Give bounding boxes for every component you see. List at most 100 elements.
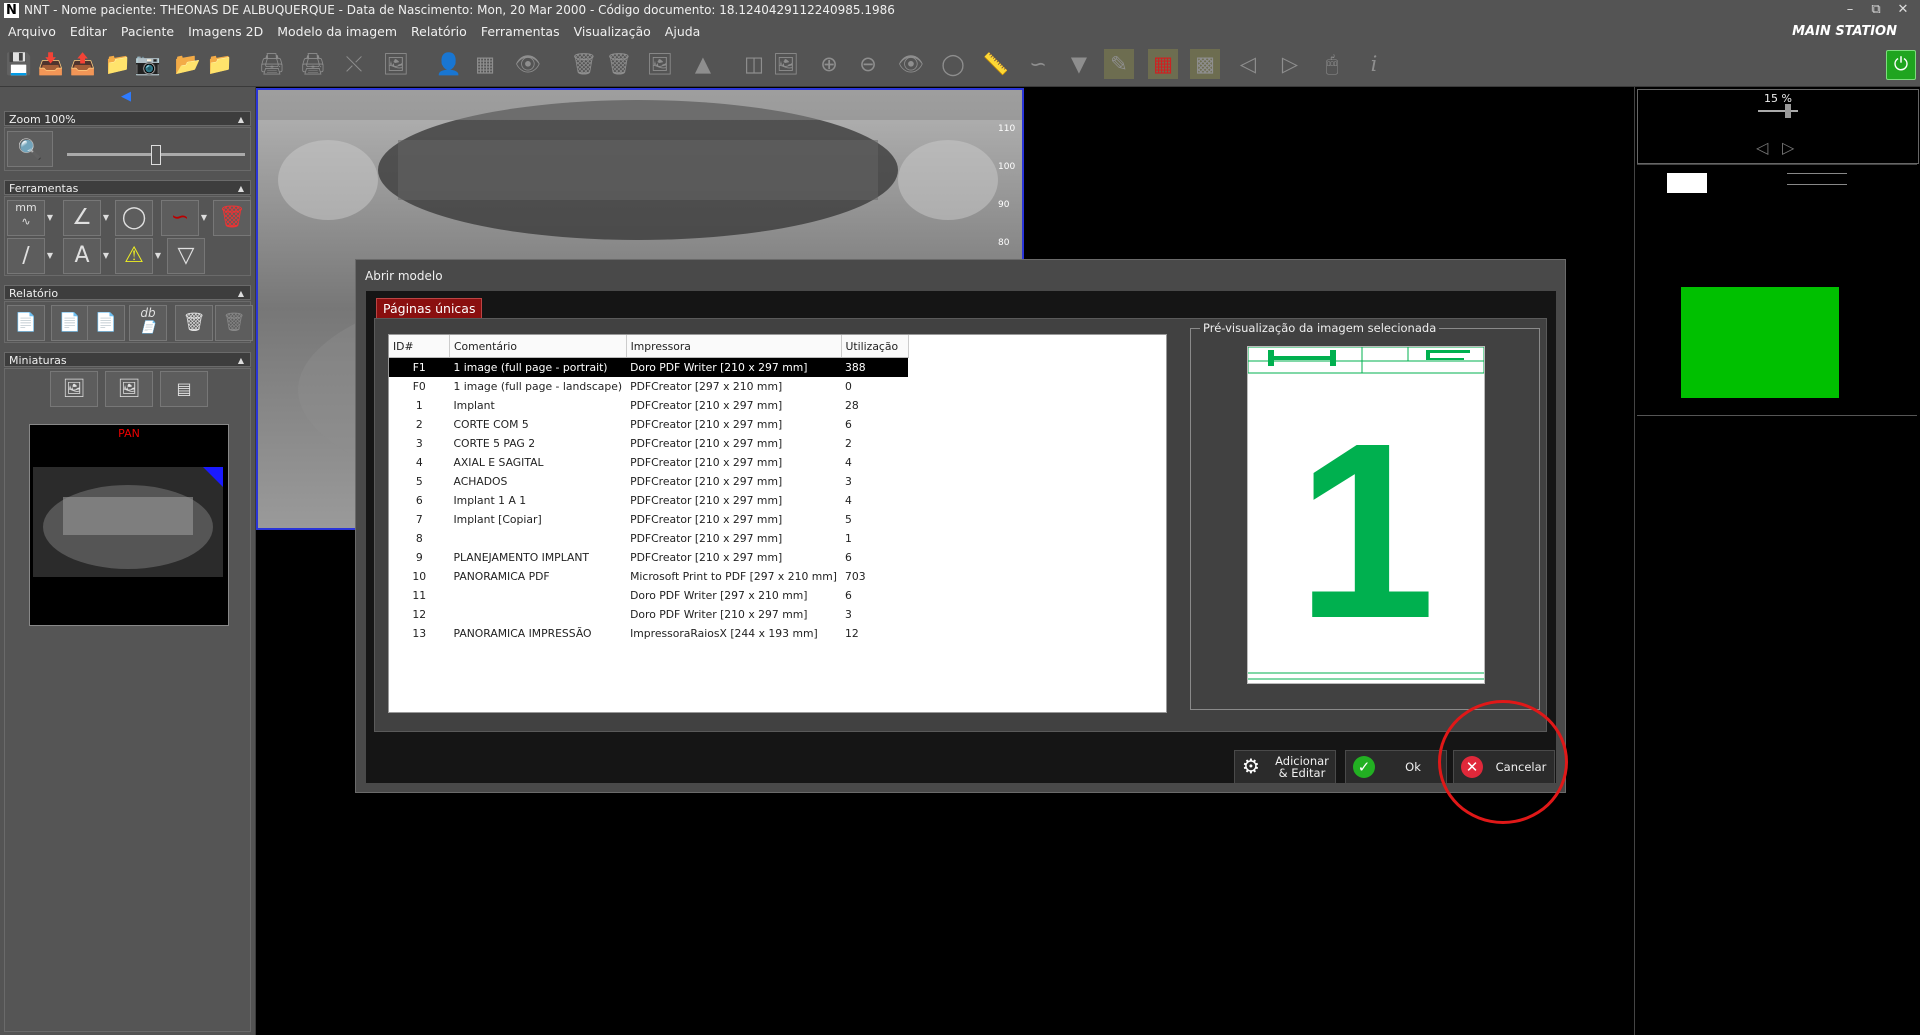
folder-add-icon[interactable]: 📁 bbox=[205, 49, 235, 79]
menu-ajuda[interactable]: Ajuda bbox=[658, 21, 708, 43]
next-page-icon[interactable]: ▷ bbox=[1782, 138, 1794, 157]
page-preview[interactable] bbox=[1637, 165, 1917, 416]
table-row[interactable]: 7 Implant [Copiar] PDFCreator [210 x 297 m… bbox=[389, 510, 908, 529]
image-menu-icon[interactable]: 🖼 bbox=[381, 49, 411, 79]
measure-mm-icon[interactable]: mm ∿ bbox=[7, 200, 45, 236]
image-upload-icon[interactable]: 🖼 bbox=[105, 371, 153, 407]
table-row[interactable]: 10 PANORAMICA PDF Microsoft Print to PDF [… bbox=[389, 567, 908, 586]
circle-tool-icon[interactable]: ◯ bbox=[115, 200, 153, 236]
table-row[interactable]: 3 CORTE 5 PAG 2 PDFCreator [210 x 297 mm] 2 bbox=[389, 434, 908, 453]
trash-icon[interactable]: 🗑 bbox=[213, 200, 251, 236]
tooth-chart-icon[interactable]: ▩ bbox=[1190, 49, 1220, 79]
page-zoom-thumb[interactable] bbox=[1785, 104, 1791, 118]
line-tool-icon[interactable]: ∕ bbox=[7, 238, 45, 274]
annotation-warning-icon[interactable]: ⚠ bbox=[115, 238, 153, 274]
thumbnails-section-header[interactable]: Miniaturas ▲ bbox=[4, 352, 251, 367]
table-row[interactable]: 4 AXIAL E SAGITAL PDFCreator [210 x 297 mm… bbox=[389, 453, 908, 472]
chevron-down-icon[interactable]: ▼ bbox=[199, 200, 209, 236]
eye-off-icon[interactable]: 👁 bbox=[896, 49, 926, 79]
remove-image-icon[interactable]: 🗑 bbox=[604, 49, 634, 79]
text-tool-icon[interactable]: A bbox=[63, 238, 101, 274]
angle-text-icon[interactable]: ∠ bbox=[63, 200, 101, 236]
table-row[interactable]: F1 1 image (full page - portrait) Doro PDF… bbox=[389, 357, 909, 377]
patient-icon[interactable]: 👤 bbox=[434, 49, 464, 79]
collapse-panel-icon[interactable]: ◀ bbox=[121, 89, 131, 104]
tab-single-pages[interactable]: Páginas únicas bbox=[376, 298, 483, 319]
zoom-slider-thumb[interactable] bbox=[151, 145, 161, 165]
table-row[interactable]: 11 Doro PDF Writer [297 x 210 mm] 6 bbox=[389, 586, 908, 605]
report-section-header[interactable]: Relatório ▲ bbox=[4, 285, 251, 300]
menu-paciente[interactable]: Paciente bbox=[114, 21, 181, 43]
chevron-down-icon[interactable]: ▼ bbox=[45, 200, 55, 236]
picture-icon[interactable]: 🖼 bbox=[771, 49, 801, 79]
zoom-in-icon[interactable]: ⊕ bbox=[814, 49, 844, 79]
printer-icon[interactable]: 🖨 bbox=[298, 49, 328, 79]
grid-image-icon[interactable]: ▦ bbox=[470, 49, 500, 79]
delete-report-icon[interactable]: 🗑 bbox=[175, 305, 213, 341]
import-icon[interactable]: 📥 bbox=[36, 49, 66, 79]
export-icon[interactable]: 📤 bbox=[68, 49, 98, 79]
camera-icon[interactable]: 📷 bbox=[133, 49, 163, 79]
chevron-down-icon[interactable]: ▼ bbox=[45, 238, 55, 274]
table-row[interactable]: F0 1 image (full page - landscape) PDFCrea… bbox=[389, 377, 908, 396]
column-header-usage[interactable]: Utilização bbox=[841, 335, 909, 358]
previous-icon[interactable]: ◁ bbox=[1233, 49, 1263, 79]
menu-editar[interactable]: Editar bbox=[63, 21, 114, 43]
menu-visualizacao[interactable]: Visualização bbox=[567, 21, 658, 43]
chevron-down-icon[interactable]: ▼ bbox=[101, 200, 111, 236]
curve-tool-icon[interactable]: ∽ bbox=[161, 200, 199, 236]
menu-relatorio[interactable]: Relatório bbox=[404, 21, 474, 43]
share-icon[interactable]: ⤬ bbox=[339, 49, 369, 79]
ok-button[interactable]: ✓ Ok bbox=[1345, 750, 1447, 784]
chevron-down-icon[interactable]: ▼ bbox=[101, 238, 111, 274]
add-implant-icon[interactable]: ▽ bbox=[167, 238, 205, 274]
table-row[interactable]: 1 Implant PDFCreator [210 x 297 mm] 28 bbox=[389, 396, 908, 415]
zoom-section-header[interactable]: Zoom 100% ▲ bbox=[4, 111, 251, 126]
menu-imagens-2d[interactable]: Imagens 2D bbox=[181, 21, 270, 43]
info-icon[interactable]: i bbox=[1359, 49, 1389, 79]
column-header-id[interactable]: ID# bbox=[389, 335, 450, 358]
column-header-comment[interactable]: Comentário bbox=[449, 335, 627, 358]
table-row[interactable]: 5 ACHADOS PDFCreator [210 x 297 mm] 3 bbox=[389, 472, 908, 491]
tooth-icon[interactable]: ▲ bbox=[688, 49, 718, 79]
table-row[interactable]: 12 Doro PDF Writer [210 x 297 mm] 3 bbox=[389, 605, 908, 624]
image-edit-icon[interactable]: 🖼 bbox=[50, 371, 98, 407]
annotations-icon[interactable]: ✎ bbox=[1104, 49, 1134, 79]
report-settings-icon[interactable]: 📄 bbox=[51, 305, 89, 341]
report-database-icon[interactable]: db 📄 bbox=[129, 305, 167, 341]
delete-image-icon[interactable]: 🗑 bbox=[569, 49, 599, 79]
folder-close-icon[interactable]: 📂 bbox=[173, 49, 203, 79]
circle-hide-icon[interactable]: ◯ bbox=[938, 49, 968, 79]
table-row[interactable]: 6 Implant 1 A 1 PDFCreator [210 x 297 mm] 4 bbox=[389, 491, 908, 510]
flip-icon[interactable]: ◫ bbox=[739, 49, 769, 79]
minimize-icon[interactable]: – bbox=[1840, 1, 1860, 19]
power-icon[interactable]: ⏻ bbox=[1886, 50, 1916, 80]
table-row[interactable]: 8 PDFCreator [210 x 297 mm] 1 bbox=[389, 529, 908, 548]
ruler-hide-icon[interactable]: 📏 bbox=[981, 49, 1011, 79]
menu-ferramentas[interactable]: Ferramentas bbox=[474, 21, 567, 43]
close-icon[interactable]: ✕ bbox=[1893, 1, 1913, 19]
implant-hide-icon[interactable]: ▼ bbox=[1064, 49, 1094, 79]
table-row[interactable]: 9 PLANEJAMENTO IMPLANT PDFCreator [210 x 2… bbox=[389, 548, 908, 567]
report-extra-icon[interactable]: 🗑 bbox=[215, 305, 253, 341]
add-edit-button[interactable]: ⚙ Adicionar & Editar bbox=[1234, 750, 1336, 784]
template-list[interactable]: ID# Comentário Impressora Utilização F1 1… bbox=[388, 334, 1167, 713]
previous-page-icon[interactable]: ◁ bbox=[1756, 138, 1768, 157]
curve-hide-icon[interactable]: ∽ bbox=[1023, 49, 1053, 79]
folder-icon[interactable]: 📁 bbox=[103, 49, 133, 79]
thumbnail-pan[interactable]: PAN bbox=[29, 424, 229, 626]
print-icon[interactable]: 🖨 bbox=[257, 49, 287, 79]
zoom-tool-icon[interactable]: 🔍 bbox=[7, 131, 53, 167]
page-zoom-slider[interactable] bbox=[1758, 110, 1798, 112]
column-header-printer[interactable]: Impressora bbox=[626, 335, 842, 358]
hide-icon[interactable]: 👁 bbox=[513, 49, 543, 79]
menu-arquivo[interactable]: Arquivo bbox=[0, 21, 63, 43]
restore-icon[interactable]: ⧉ bbox=[1866, 1, 1886, 19]
tools-section-header[interactable]: Ferramentas ▲ bbox=[4, 180, 251, 195]
save-icon[interactable]: 💾 bbox=[4, 49, 34, 79]
zoom-out-icon[interactable]: ⊖ bbox=[853, 49, 883, 79]
menu-modelo-da-imagem[interactable]: Modelo da imagem bbox=[270, 21, 404, 43]
chevron-down-icon[interactable]: ▼ bbox=[153, 238, 163, 274]
next-icon[interactable]: ▷ bbox=[1275, 49, 1305, 79]
layout-icon[interactable]: ▤ bbox=[160, 371, 208, 407]
